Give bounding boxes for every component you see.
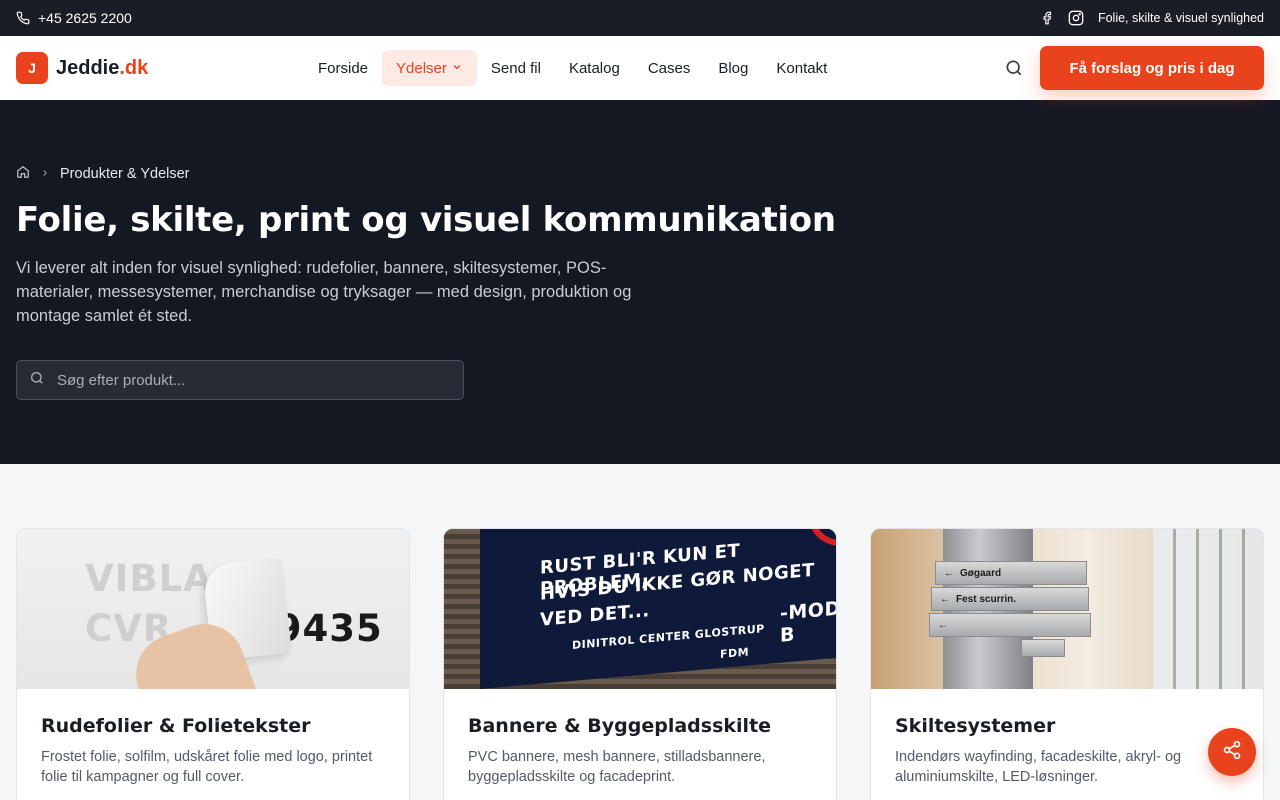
nav-item-blog[interactable]: Blog: [704, 50, 762, 86]
wayfinding-sign: ←: [929, 613, 1091, 637]
phone-number: +45 2625 2200: [38, 10, 132, 26]
product-search: [16, 360, 464, 400]
card-description: Indendørs wayfinding, facadeskilte, akry…: [895, 749, 1182, 785]
card-description: Frostet folie, solfilm, udskåret folie m…: [41, 749, 373, 785]
share-icon: [1222, 740, 1242, 765]
nav-item-label: Blog: [718, 59, 749, 77]
nav-item-label: Forside: [318, 59, 369, 77]
image-text: VIBLA: [85, 557, 213, 600]
arrow-left-icon: ←: [940, 593, 950, 605]
instagram-icon[interactable]: [1068, 10, 1084, 26]
nav-item-label: Kontakt: [776, 59, 828, 77]
nav-item-katalog[interactable]: Katalog: [555, 50, 634, 86]
nav-item-send-fil[interactable]: Send fil: [477, 50, 555, 86]
share-button[interactable]: [1208, 728, 1256, 776]
card-title: Bannere & Byggepladsskilte: [468, 715, 772, 737]
nav-item-kontakt[interactable]: Kontakt: [762, 50, 841, 86]
tagline: Folie, skilte & visuel synlighed: [1097, 11, 1264, 25]
cta-button[interactable]: Få forslag og pris i dag: [1040, 46, 1264, 90]
facebook-icon[interactable]: [1040, 10, 1054, 26]
home-icon[interactable]: [16, 165, 30, 183]
arrow-left-icon: ←: [944, 567, 954, 579]
nav-item-cases[interactable]: Cases: [634, 50, 705, 86]
card-image: RUST BLI'R KUN ET PROBLEM, HVIS DU IKKE …: [444, 529, 836, 689]
hero-description: Vi leverer alt inden for visuel synlighe…: [16, 259, 632, 325]
top-bar: +45 2625 2200 Folie, skilte & visuel syn…: [0, 0, 1280, 36]
nav-item-forside[interactable]: Forside: [304, 50, 382, 86]
breadcrumb-current: Produkter & Ydelser: [60, 166, 190, 182]
card-title: Rudefolier & Folietekster: [41, 715, 311, 737]
logo[interactable]: J Jeddie.dk: [16, 52, 148, 84]
card-image: VIBLA CVR 29435: [17, 529, 409, 689]
wayfinding-sign: ← Fest scurrin.: [931, 587, 1089, 611]
product-card-bannere[interactable]: RUST BLI'R KUN ET PROBLEM, HVIS DU IKKE …: [443, 528, 837, 800]
nav-item-label: Cases: [647, 59, 691, 77]
product-card-skiltesystemer[interactable]: ← Gøgaard ← Fest scurrin. ← Skiltesystemer…: [870, 528, 1264, 800]
sign-text: Fest scurrin.: [956, 593, 1017, 605]
card-description: PVC bannere, mesh bannere, stilladsbanne…: [468, 749, 766, 785]
hero-section: Produkter & Ydelser Folie, skilte, print…: [0, 100, 1280, 464]
nav-item-label: Send fil: [490, 59, 541, 77]
image-text: FDM: [720, 645, 750, 662]
nav-menu: Forside Ydelser Send fil Katalog Cases B…: [304, 50, 841, 86]
chevron-down-icon: [451, 60, 463, 77]
product-cards: VIBLA CVR 29435 Rudefolier & Folietekste…: [16, 528, 1264, 800]
card-title: Skiltesystemer: [895, 715, 1056, 737]
phone-link[interactable]: +45 2625 2200: [16, 10, 132, 26]
card-image: ← Gøgaard ← Fest scurrin. ←: [871, 529, 1263, 689]
wayfinding-sign: ← Gøgaard: [935, 561, 1087, 585]
nav-item-ydelser[interactable]: Ydelser: [382, 50, 477, 86]
windows: [1153, 529, 1263, 689]
logo-badge: J: [16, 52, 48, 84]
nav-item-label: Ydelser: [396, 59, 447, 77]
breadcrumb: Produkter & Ydelser: [16, 164, 1264, 184]
arrow-left-icon: ←: [938, 619, 948, 631]
brand-name: Jeddie: [56, 56, 120, 79]
phone-icon: [16, 11, 30, 25]
main-navigation: J Jeddie.dk Forside Ydelser Send fil Kat…: [0, 36, 1280, 100]
search-icon[interactable]: [1002, 56, 1026, 80]
brand-tld: .dk: [119, 56, 149, 79]
image-text: VED DET...: [540, 600, 650, 631]
nav-item-label: Katalog: [568, 59, 620, 77]
logo-text: Jeddie.dk: [56, 57, 148, 80]
image-text: -MOD B: [780, 597, 836, 647]
product-card-rudefolier[interactable]: VIBLA CVR 29435 Rudefolier & Folietekste…: [16, 528, 410, 800]
sign-text: Gøgaard: [960, 567, 1002, 579]
page-title: Folie, skilte, print og visuel kommunika…: [16, 200, 836, 240]
wayfinding-sign: [1021, 639, 1065, 657]
product-search-input[interactable]: [57, 371, 437, 389]
chevron-right-icon: [40, 166, 50, 182]
search-icon: [29, 370, 45, 391]
